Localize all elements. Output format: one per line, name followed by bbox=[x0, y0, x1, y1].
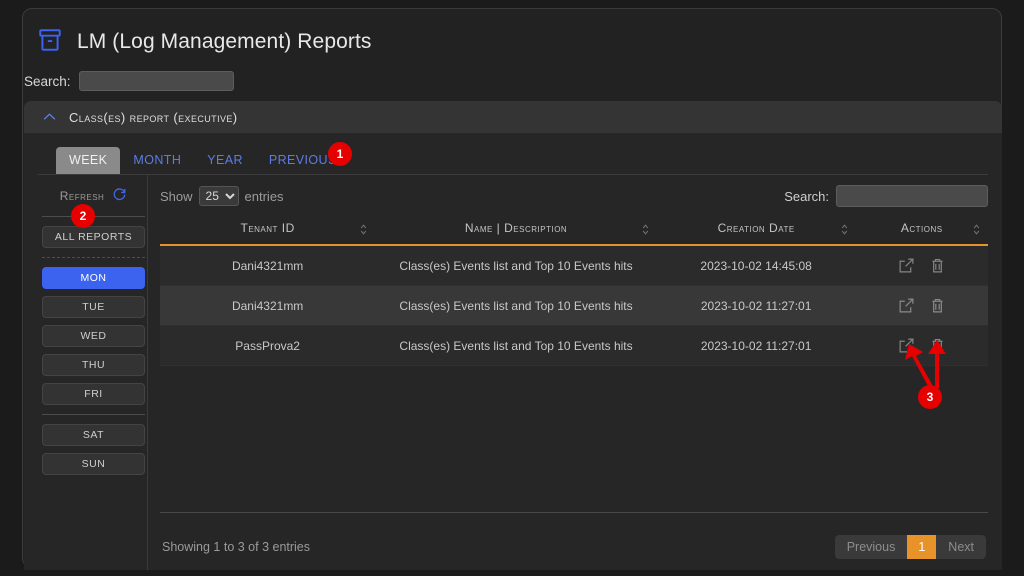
cell-creation-date: 2023-10-02 11:27:01 bbox=[656, 325, 856, 366]
report-panel: Class(es) report (executive) WEEK MONTH … bbox=[24, 101, 1002, 570]
day-button-wed[interactable]: WED bbox=[42, 325, 145, 347]
panel-title: Class(es) report (executive) bbox=[69, 109, 238, 125]
sort-arrows-icon bbox=[642, 224, 648, 235]
day-button-sat[interactable]: SAT bbox=[42, 424, 145, 446]
column-header-tenant-id[interactable]: Tenant ID bbox=[160, 217, 375, 245]
page-length-control: Show 25 entries bbox=[160, 186, 284, 206]
day-button-thu[interactable]: THU bbox=[42, 354, 145, 376]
page-title: LM (Log Management) Reports bbox=[77, 30, 372, 53]
top-search-label: Search: bbox=[24, 73, 71, 89]
day-button-fri[interactable]: FRI bbox=[42, 383, 145, 405]
cell-description: Class(es) Events list and Top 10 Events … bbox=[375, 325, 657, 366]
sort-arrows-icon bbox=[361, 224, 367, 235]
table-search-input[interactable] bbox=[836, 185, 988, 207]
entries-label: entries bbox=[244, 188, 284, 204]
cell-tenant-id: Dani4321mm bbox=[160, 245, 376, 286]
column-header-name-description[interactable]: Name | Description bbox=[375, 217, 657, 245]
column-label: Creation Date bbox=[717, 221, 795, 235]
table-area: Show 25 entries Search: Tenant ID Name |… bbox=[148, 175, 1002, 570]
table-row[interactable]: PassProva2 Class(es) Events list and Top… bbox=[160, 325, 988, 366]
period-tabs: WEEK MONTH YEAR PREVIOUS bbox=[38, 139, 988, 175]
cell-description: Class(es) Events list and Top 10 Events … bbox=[375, 245, 657, 286]
cell-tenant-id: Dani4321mm bbox=[160, 285, 376, 326]
annotation-badge-3: 3 bbox=[918, 385, 942, 409]
tab-month[interactable]: MONTH bbox=[120, 147, 194, 174]
table-head: Tenant ID Name | Description Creation Da… bbox=[160, 217, 988, 245]
report-sidebar: Refresh ALL REPORTS MON TUE WED THU FRI bbox=[24, 175, 148, 570]
column-header-actions[interactable]: Actions bbox=[856, 217, 989, 245]
cell-actions bbox=[855, 285, 988, 326]
annotation-badge-2: 2 bbox=[71, 204, 95, 228]
show-label: Show bbox=[160, 188, 193, 204]
table-row[interactable]: Dani4321mm Class(es) Events list and Top… bbox=[160, 285, 988, 326]
trash-icon[interactable] bbox=[929, 297, 946, 314]
table-search: Search: bbox=[784, 185, 988, 207]
archive-box-icon bbox=[37, 27, 63, 58]
day-button-mon[interactable]: MON bbox=[42, 267, 145, 289]
column-label: Name | Description bbox=[464, 221, 568, 235]
all-reports-button[interactable]: ALL REPORTS bbox=[42, 226, 145, 248]
cell-description: Class(es) Events list and Top 10 Events … bbox=[375, 285, 657, 326]
sort-arrows-icon bbox=[841, 224, 847, 235]
day-button-tue[interactable]: TUE bbox=[42, 296, 145, 318]
refresh-icon[interactable] bbox=[112, 187, 127, 205]
cell-creation-date: 2023-10-02 11:27:01 bbox=[656, 285, 856, 326]
cell-actions bbox=[855, 245, 988, 286]
pagination-page-1[interactable]: 1 bbox=[907, 534, 937, 559]
trash-icon[interactable] bbox=[929, 257, 946, 274]
table-row[interactable]: Dani4321mm Class(es) Events list and Top… bbox=[160, 245, 988, 286]
top-search-input[interactable] bbox=[78, 71, 234, 91]
panel-header[interactable]: Class(es) report (executive) bbox=[24, 101, 1002, 133]
column-header-creation-date[interactable]: Creation Date bbox=[657, 217, 856, 245]
table-header-row: Tenant ID Name | Description Creation Da… bbox=[160, 217, 988, 245]
showing-entries-info: Showing 1 to 3 of 3 entries bbox=[162, 539, 311, 554]
tab-week[interactable]: WEEK bbox=[56, 147, 121, 174]
annotation-badge-1: 1 bbox=[328, 142, 352, 166]
chevron-up-icon[interactable] bbox=[42, 108, 57, 126]
page-length-select[interactable]: 25 bbox=[198, 186, 239, 206]
tab-year[interactable]: YEAR bbox=[194, 147, 256, 174]
day-button-sun[interactable]: SUN bbox=[42, 453, 145, 475]
column-label: Actions bbox=[900, 221, 943, 235]
refresh-label: Refresh bbox=[59, 189, 105, 203]
refresh-control[interactable]: Refresh bbox=[40, 185, 147, 207]
cell-tenant-id: PassProva2 bbox=[160, 325, 376, 366]
sort-arrows-icon bbox=[973, 224, 980, 235]
app-window: LM (Log Management) Reports Search: Clas… bbox=[22, 8, 1002, 570]
open-external-icon[interactable] bbox=[898, 297, 915, 314]
sidebar-divider-3 bbox=[42, 414, 145, 415]
sidebar-divider-2 bbox=[42, 257, 145, 258]
table-search-label: Search: bbox=[784, 188, 829, 204]
page-header: LM (Log Management) Reports bbox=[23, 9, 1001, 61]
table-controls: Show 25 entries Search: bbox=[160, 183, 988, 209]
pagination: Previous 1 Next bbox=[834, 534, 986, 559]
pagination-previous[interactable]: Previous bbox=[834, 534, 908, 559]
pagination-next[interactable]: Next bbox=[936, 534, 986, 559]
table-body: Dani4321mm Class(es) Events list and Top… bbox=[160, 245, 988, 366]
panel-body: Refresh ALL REPORTS MON TUE WED THU FRI bbox=[24, 175, 1002, 570]
cell-creation-date: 2023-10-02 14:45:08 bbox=[656, 245, 856, 286]
top-search-row: Search: bbox=[24, 61, 1001, 95]
table-footer: Showing 1 to 3 of 3 entries Previous 1 N… bbox=[160, 512, 988, 570]
column-label: Tenant ID bbox=[240, 221, 295, 235]
reports-table: Tenant ID Name | Description Creation Da… bbox=[160, 217, 988, 366]
open-external-icon[interactable] bbox=[898, 257, 915, 274]
